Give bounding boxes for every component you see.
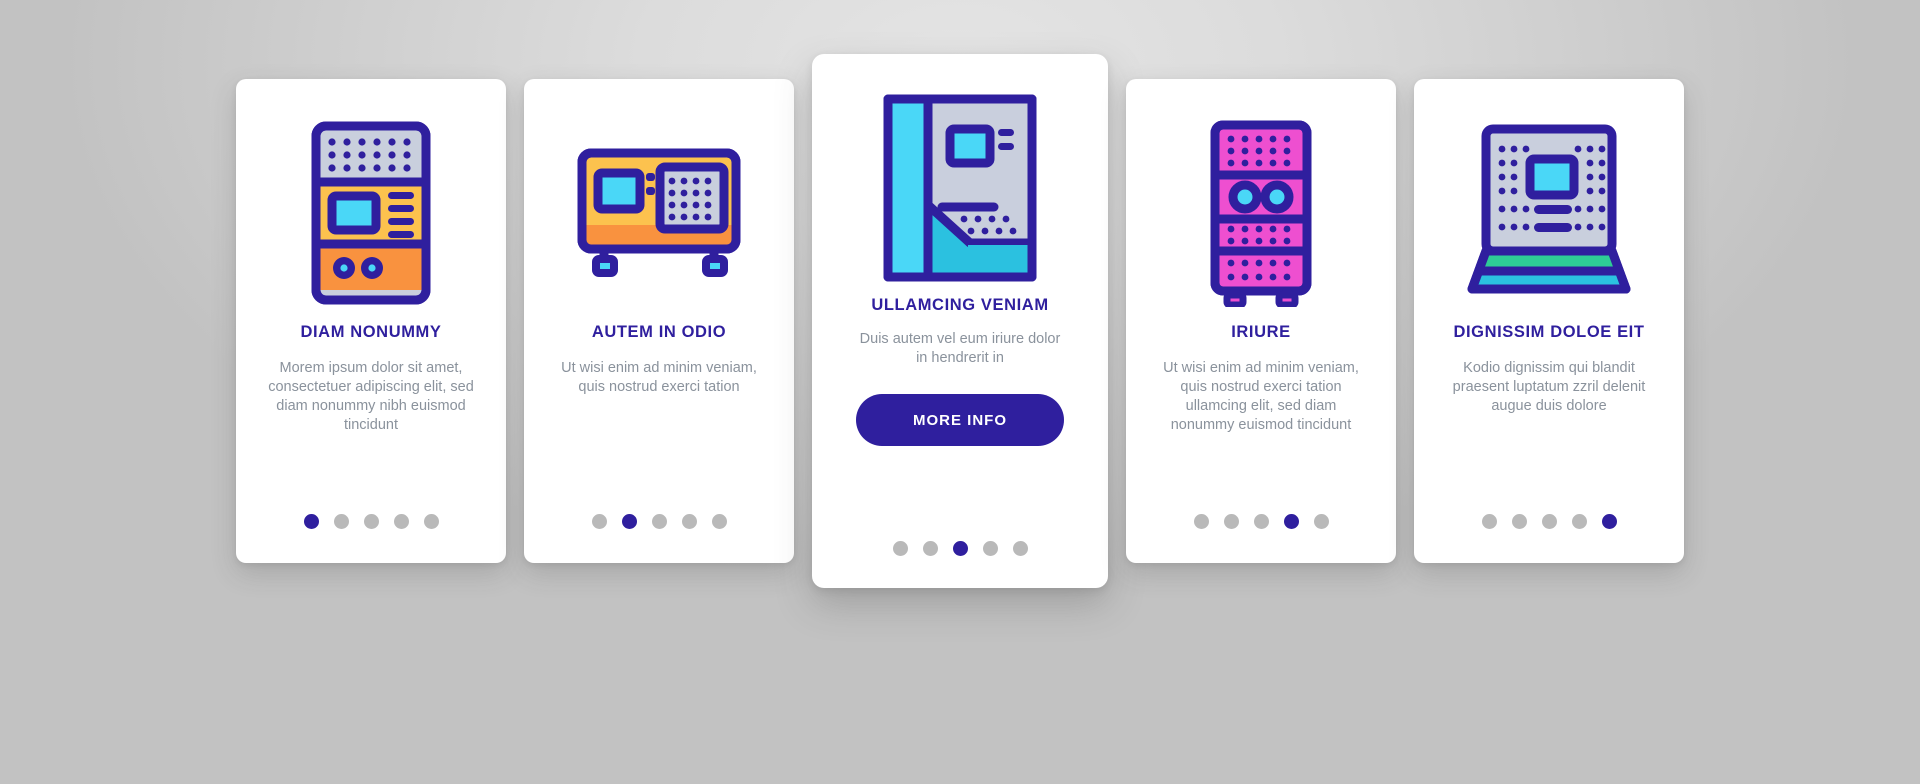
arcade-cabinet-icon xyxy=(882,84,1038,292)
pagination-dot-4[interactable] xyxy=(1283,514,1299,529)
card-body-text: Kodio dignissim qui blandit praesent lup… xyxy=(1452,359,1646,415)
pagination-dot-3[interactable] xyxy=(363,514,379,529)
pagination-dot-2[interactable] xyxy=(1511,514,1527,529)
card-body-text: Ut wisi enim ad minim veniam, quis nostr… xyxy=(1163,359,1359,434)
counter-top-vending-machine-icon xyxy=(576,113,742,313)
card-title: DIGNISSIM DOLOE EIT xyxy=(1453,323,1645,341)
pagination-dots[interactable] xyxy=(812,541,1108,556)
pagination-dot-4[interactable] xyxy=(982,541,998,556)
pagination-dot-5[interactable] xyxy=(1313,514,1329,529)
pagination-dot-4[interactable] xyxy=(393,514,409,529)
pagination-dot-3[interactable] xyxy=(1253,514,1269,529)
card-body-text: Morem ipsum dolor sit amet, consectetuer… xyxy=(268,359,474,434)
pagination-dot-1[interactable] xyxy=(591,514,607,529)
pagination-dot-4[interactable] xyxy=(1571,514,1587,529)
pagination-dot-5[interactable] xyxy=(711,514,727,529)
pagination-dots[interactable] xyxy=(1414,514,1684,529)
pagination-dot-2[interactable] xyxy=(621,514,637,529)
more-info-button[interactable]: MORE INFO xyxy=(856,394,1064,447)
pagination-dot-5[interactable] xyxy=(423,514,439,529)
pagination-dot-2[interactable] xyxy=(922,541,938,556)
onboarding-card-5[interactable]: DIGNISSIM DOLOE EIT Kodio dignissim qui … xyxy=(1414,79,1684,563)
pagination-dots[interactable] xyxy=(236,514,506,529)
pagination-dot-3[interactable] xyxy=(651,514,667,529)
pink-snack-vending-machine-icon xyxy=(1209,113,1313,313)
pagination-dots[interactable] xyxy=(524,514,794,529)
pagination-dot-1[interactable] xyxy=(303,514,319,529)
onboarding-card-1[interactable]: DIAM NONUMMY Morem ipsum dolor sit amet,… xyxy=(236,79,506,563)
onboarding-card-4[interactable]: IRIURE Ut wisi enim ad minim veniam, qui… xyxy=(1126,79,1396,563)
pagination-dot-5[interactable] xyxy=(1012,541,1028,556)
pagination-dot-2[interactable] xyxy=(1223,514,1239,529)
pagination-dot-3[interactable] xyxy=(952,541,968,556)
card-row: DIAM NONUMMY Morem ipsum dolor sit amet,… xyxy=(0,0,1920,784)
onboarding-card-2[interactable]: AUTEM IN ODIO Ut wisi enim ad minim veni… xyxy=(524,79,794,563)
pagination-dot-2[interactable] xyxy=(333,514,349,529)
pagination-dot-1[interactable] xyxy=(1193,514,1209,529)
onboarding-card-3-featured[interactable]: ULLAMCING VENIAM Duis autem vel eum iriu… xyxy=(812,54,1108,588)
pagination-dots[interactable] xyxy=(1126,514,1396,529)
card-title: ULLAMCING VENIAM xyxy=(871,296,1049,314)
laptop-kiosk-terminal-icon xyxy=(1466,113,1632,313)
card-title: AUTEM IN ODIO xyxy=(591,323,727,341)
onboarding-screens-stage: DIAM NONUMMY Morem ipsum dolor sit amet,… xyxy=(0,0,1920,784)
pagination-dot-4[interactable] xyxy=(681,514,697,529)
card-body-text: Ut wisi enim ad minim veniam, quis nostr… xyxy=(561,359,757,395)
card-body-text: Duis autem vel eum iriure dolor in hendr… xyxy=(859,330,1061,366)
pagination-dot-3[interactable] xyxy=(1541,514,1557,529)
pagination-dot-1[interactable] xyxy=(892,541,908,556)
pagination-dot-1[interactable] xyxy=(1481,514,1497,529)
card-title: IRIURE xyxy=(1231,323,1291,341)
vending-machine-tall-icon xyxy=(310,113,432,313)
pagination-dot-5[interactable] xyxy=(1601,514,1617,529)
card-title: DIAM NONUMMY xyxy=(300,323,442,341)
